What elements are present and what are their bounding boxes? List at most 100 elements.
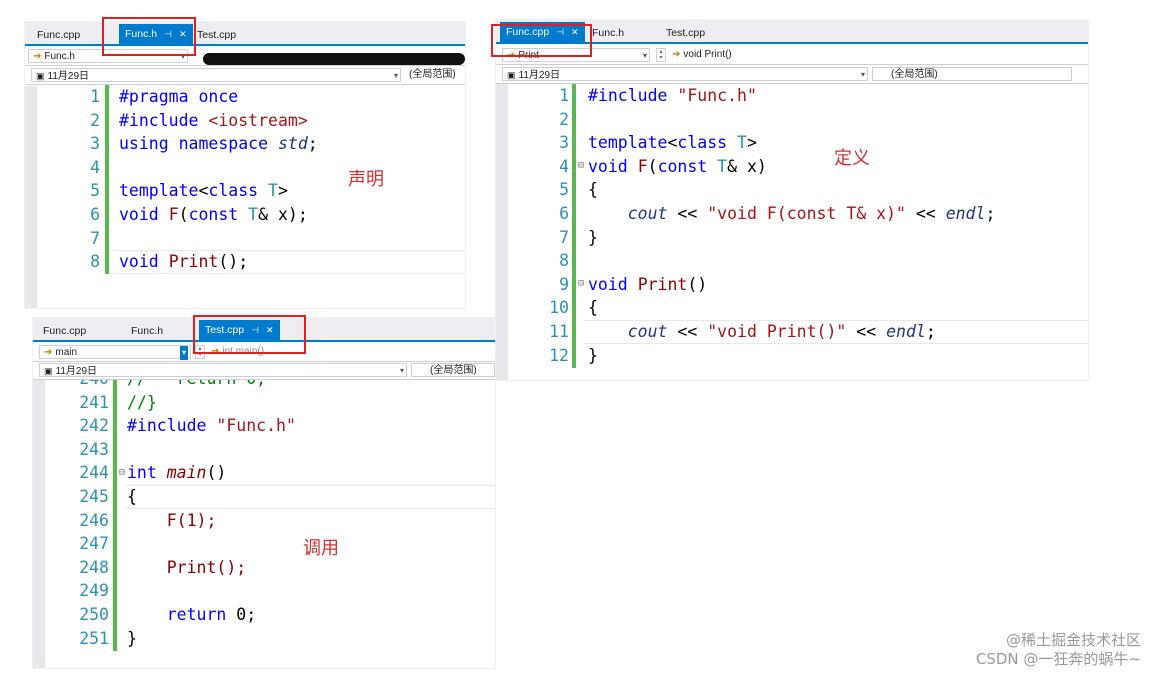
- scope-label: (全局范围): [409, 69, 456, 80]
- line-number: 243: [79, 439, 109, 459]
- tab-func-cpp[interactable]: Func.cpp: [37, 322, 92, 340]
- line-number: 5: [559, 180, 569, 200]
- project-label: main: [55, 347, 78, 358]
- chevron-down-icon: ▾: [642, 51, 647, 60]
- change-bar: [113, 380, 117, 651]
- line-number: 5: [90, 181, 100, 201]
- line-number: 2: [90, 110, 100, 130]
- redaction: [203, 53, 465, 65]
- annotation-declaration: 声明: [348, 169, 384, 190]
- date-dropdown[interactable]: ▣ 11月29日 ▾: [31, 68, 401, 82]
- code-line-6: void F(const T& x);: [119, 205, 308, 224]
- change-bar: [105, 85, 109, 274]
- line-number: 2: [559, 109, 569, 129]
- tab-func-h[interactable]: Func.h: [586, 24, 630, 42]
- date-dropdown[interactable]: ▣ 11月29日 ▾: [39, 363, 407, 377]
- doc-icon: ▣: [36, 71, 45, 81]
- code-line-8: void Print();: [119, 252, 249, 272]
- arrow-icon: ➔: [33, 51, 42, 62]
- line-number: 1: [559, 86, 569, 105]
- line-number: 4: [559, 156, 569, 176]
- code-line-240: // return 0;: [127, 380, 495, 391]
- tab-func-h[interactable]: Func.h: [125, 322, 169, 340]
- line-number: 246: [79, 510, 109, 530]
- line-number: 7: [90, 228, 100, 248]
- change-bar: [572, 84, 576, 368]
- code-line-1: #include "Func.h": [588, 86, 757, 105]
- date-label: 11月29日: [55, 366, 98, 377]
- scope-label: (全局范围): [891, 69, 938, 80]
- line-number: 9: [559, 274, 569, 294]
- tab-test-cpp[interactable]: Test.cpp: [191, 26, 242, 44]
- line-number: 1: [90, 87, 100, 106]
- line-number: 240: [69, 380, 109, 391]
- line-number: 12: [549, 345, 569, 365]
- line-number: 245: [79, 487, 109, 506]
- code-line-12: }: [588, 345, 598, 365]
- scope-dropdown[interactable]: (全局范围): [411, 363, 495, 377]
- line-number: 8: [559, 251, 569, 271]
- editor-panel-test-cpp: Func.cpp Func.h Test.cpp ⊣ ✕ ➔ main ▾ ▴ ▾ ➔ in…: [33, 318, 495, 668]
- code-line-11: cout << "void Print()" << endl;: [627, 322, 936, 341]
- tab-func-cpp[interactable]: Func.cpp: [31, 26, 86, 44]
- line-number: 251: [79, 628, 109, 648]
- code-area: 240 241 242 243 244 245 246 247 248 249 …: [33, 380, 495, 668]
- scope-dropdown[interactable]: (全局范围): [405, 68, 465, 82]
- project-label: Func.h: [44, 51, 75, 62]
- highlight-box: [491, 24, 592, 57]
- line-number: 3: [559, 133, 569, 153]
- scope-bar: ▣ 11月29日 ▾ (全局范围): [496, 66, 1088, 84]
- tab-test-cpp[interactable]: Test.cpp: [660, 24, 711, 42]
- code-line-6: cout << "void F(const T& x)" << endl;: [627, 204, 996, 223]
- member-label: void Print(): [683, 49, 732, 60]
- nav-stepper[interactable]: ▴ ▾: [656, 48, 666, 62]
- arrow-icon: ➔: [672, 49, 681, 60]
- line-number: 6: [90, 205, 100, 224]
- doc-icon: ▣: [44, 366, 53, 376]
- collapse-icon[interactable]: ⊟: [578, 160, 584, 171]
- line-number: 8: [90, 252, 100, 272]
- highlight-box: [193, 315, 306, 354]
- scope-bar: ▣ 11月29日 ▾ (全局范围): [25, 67, 465, 85]
- scope-bar: ▣ 11月29日 ▾ (全局范围): [33, 362, 495, 380]
- date-label: 11月29日: [518, 70, 561, 81]
- line-number: 7: [559, 227, 569, 247]
- arrow-icon: ➔: [44, 347, 53, 358]
- code-line-251: }: [127, 628, 137, 648]
- project-dropdown[interactable]: ➔ main ▾: [39, 345, 191, 360]
- code-line-1: #pragma once: [119, 87, 239, 106]
- code-line-242: #include "Func.h": [127, 416, 296, 436]
- line-number: 11: [549, 322, 569, 341]
- line-number: 3: [90, 134, 100, 154]
- code-line-241: //}: [127, 392, 157, 412]
- scope-dropdown[interactable]: (全局范围): [872, 67, 1072, 81]
- line-number: 250: [79, 605, 109, 624]
- member-dropdown[interactable]: ➔ void Print(): [668, 48, 918, 62]
- highlight-box: [102, 17, 196, 56]
- code-area: 1 2 3 4 5 6 7 8 #pragma once #include <i…: [25, 85, 465, 308]
- line-number: 248: [79, 557, 109, 577]
- code-line-244: int main(): [127, 463, 227, 483]
- editor-panel-func-h: Func.cpp Func.h ⊣ ✕ Test.cpp ➔ Func.h ▾ ▣ 11月…: [25, 22, 465, 308]
- watermark-text: CSDN @一狂奔的蜗牛~: [975, 650, 1141, 668]
- code-line-250: return 0;: [166, 605, 257, 624]
- line-number: 10: [549, 298, 569, 318]
- line-number: 242: [79, 416, 109, 436]
- watermark-overlay: @稀土掘金技术社区: [1005, 631, 1141, 649]
- collapse-icon[interactable]: ⊟: [119, 467, 125, 478]
- line-number: 4: [90, 157, 100, 177]
- chevron-down-icon: ▾: [393, 71, 398, 80]
- code-line-7: }: [588, 227, 598, 247]
- date-label: 11月29日: [47, 71, 90, 82]
- line-number: 249: [79, 581, 109, 601]
- chevron-down-icon: ▾: [179, 346, 188, 360]
- scope-label: (全局范围): [430, 365, 477, 376]
- date-dropdown[interactable]: ▣ 11月29日 ▾: [502, 67, 868, 81]
- annotation-definition: 定义: [834, 148, 870, 169]
- collapse-icon[interactable]: ⊟: [578, 278, 584, 289]
- code-line-245: {: [127, 487, 137, 506]
- code-line-10: {: [588, 298, 598, 318]
- line-number: 6: [559, 204, 569, 223]
- chevron-down-icon: ▾: [860, 70, 865, 79]
- code-area: 1 2 3 4 5 6 7 8 9 10 11 12 ⊟ ⊟ #include …: [496, 84, 1088, 380]
